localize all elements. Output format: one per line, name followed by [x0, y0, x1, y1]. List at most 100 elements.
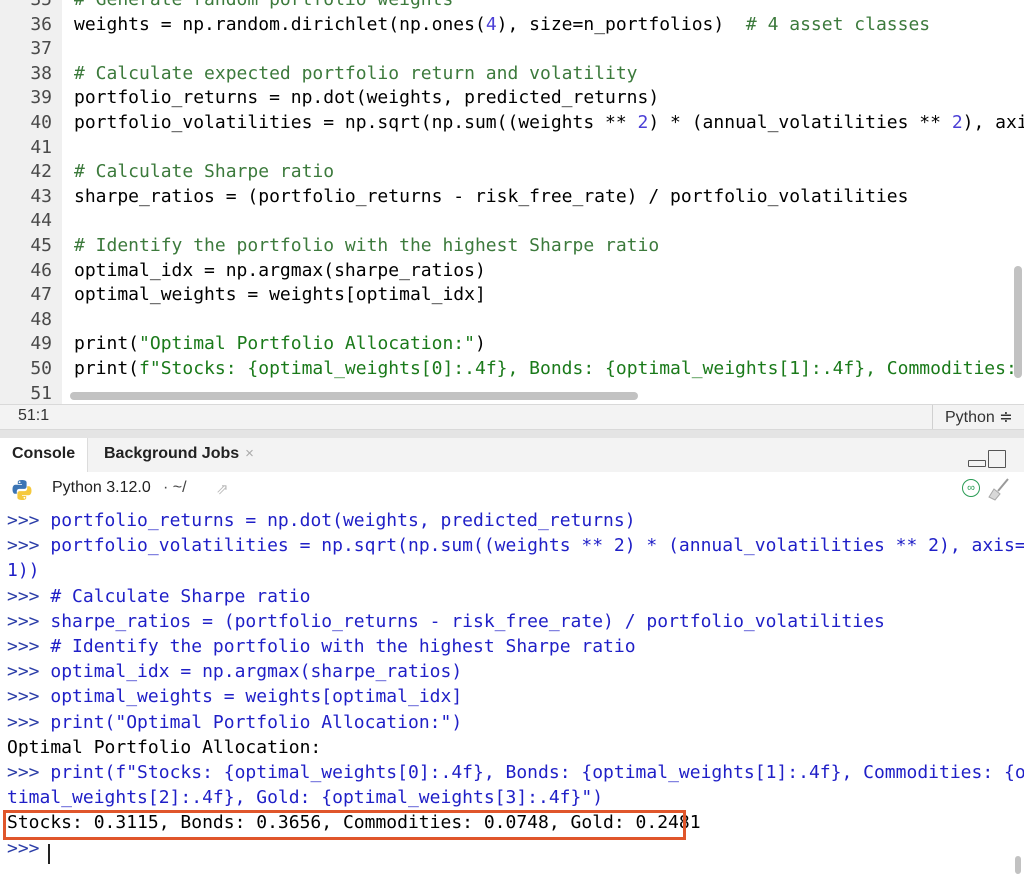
code-line[interactable]: 37 — [0, 37, 1012, 62]
console-prompt: >>> — [7, 585, 51, 607]
code-token: sharpe_ratios = (portfolio_returns - ris… — [74, 185, 909, 207]
console-prompt: >>> — [7, 711, 51, 733]
maximize-pane-icon[interactable] — [988, 450, 1006, 468]
console-input-line: >>> portfolio_returns = np.dot(weights, … — [7, 508, 636, 533]
code-line[interactable]: 39 portfolio_returns = np.dot(weights, pr… — [0, 86, 1012, 111]
minimize-pane-icon[interactable] — [968, 460, 986, 467]
code-line[interactable]: 40 portfolio_volatilities = np.sqrt(np.su… — [0, 111, 1024, 136]
console-caret — [48, 844, 50, 864]
code-line[interactable]: 44 — [0, 209, 1012, 234]
console-prompt: >>> — [7, 610, 51, 632]
code-text: sharpe_ratios = (portfolio_returns - ris… — [74, 185, 908, 210]
language-selector[interactable]: Python ≑ — [945, 407, 1013, 427]
code-line[interactable]: 42 # Calculate Sharpe ratio — [0, 160, 1012, 185]
console-input-line: >>> # Identify the portfolio with the hi… — [7, 634, 636, 659]
console-input-line: 1)) — [7, 558, 40, 583]
code-token: weights = np.random.dirichlet(np.ones( — [74, 13, 486, 35]
code-token: # Generate random portfolio weights — [74, 0, 453, 10]
code-line[interactable]: 41 — [0, 136, 1012, 161]
console-input-line: >>> sharpe_ratios = (portfolio_returns -… — [7, 609, 885, 634]
code-editor[interactable]: 35 # Generate random portfolio weights 36 w… — [0, 0, 1024, 404]
code-line[interactable]: 49 print("Optimal Portfolio Allocation:") — [0, 332, 1012, 357]
line-number: 49 — [30, 333, 52, 355]
line-number: 42 — [30, 161, 52, 183]
code-token: ) * (annual_volatilities ** — [648, 112, 952, 133]
console-input-line: >>> print(f"Stocks: {optimal_weights[0]:… — [7, 760, 1024, 785]
code-token: # Identify the portfolio with the highes… — [74, 235, 660, 256]
editor-vertical-scrollbar[interactable] — [1014, 266, 1022, 378]
tab-console[interactable]: Console — [0, 438, 89, 473]
console-prompt: >>> — [7, 636, 51, 657]
console-prompt: >>> — [7, 535, 51, 557]
code-token: f"Stocks: {optimal_weights[0]:.4f}, Bond… — [139, 358, 1024, 379]
console-text: timal_weights[2]:.4f}, Gold: {optimal_we… — [7, 787, 604, 809]
console-text: # Calculate Sharpe ratio — [50, 585, 311, 607]
console-tab-bar: Console Background Jobs × — [0, 438, 1024, 473]
cursor-position: 51:1 — [18, 407, 50, 424]
pane-splitter[interactable] — [0, 430, 1024, 438]
editor-horizontal-scrollbar[interactable] — [70, 392, 638, 400]
console-text: 1)) — [7, 560, 40, 582]
tab-background-jobs-label: Background Jobs — [104, 445, 240, 462]
console-input-line: timal_weights[2]:.4f}, Gold: {optimal_we… — [7, 785, 603, 810]
code-text: optimal_weights = weights[optimal_idx] — [74, 283, 486, 308]
code-line[interactable]: 38 # Calculate expected portfolio return … — [0, 62, 1012, 87]
console-text: optimal_weights = weights[optimal_idx] — [50, 686, 463, 708]
console-text: Optimal Portfolio Allocation: — [7, 736, 322, 758]
line-number: 38 — [30, 62, 52, 84]
close-icon[interactable]: × — [245, 445, 254, 462]
code-token: print( — [74, 358, 140, 379]
environment-viewer-icon[interactable]: ∞ — [962, 479, 980, 497]
code-line[interactable]: 47 optimal_weights = weights[optimal_idx] — [0, 283, 1012, 308]
code-token: # Calculate expected portfolio return an… — [74, 62, 638, 84]
code-text: weights = np.random.dirichlet(np.ones(4)… — [74, 13, 930, 38]
code-token: 2 — [637, 112, 649, 133]
code-token: # 4 asset classes — [745, 13, 931, 35]
line-number: 48 — [30, 308, 52, 330]
code-line[interactable]: 35 # Generate random portfolio weights — [0, 0, 1012, 13]
code-line[interactable]: 36 weights = np.random.dirichlet(np.ones(… — [0, 13, 1012, 38]
console-prompt: >>> — [7, 837, 51, 859]
code-line[interactable]: 45 # Identify the portfolio with the high… — [0, 234, 1012, 259]
line-number: 47 — [30, 284, 52, 306]
tab-background-jobs[interactable]: Background Jobs × — [92, 438, 266, 472]
clear-console-broom-icon[interactable] — [986, 476, 1012, 502]
console-input-line: >>> print("Optimal Portfolio Allocation:… — [7, 710, 462, 735]
console-prompt: >>> — [7, 661, 51, 683]
console-text: # Identify the portfolio with the highes… — [50, 636, 636, 657]
console-input-line: >>> optimal_idx = np.argmax(sharpe_ratio… — [7, 659, 462, 684]
console-text: optimal_idx = np.argmax(sharpe_ratios) — [50, 661, 463, 683]
console-text: print("Optimal Portfolio Allocation:") — [50, 711, 463, 733]
code-token: "Optimal Portfolio Allocation:" — [139, 333, 475, 355]
code-token: 2 — [951, 112, 963, 133]
code-text: print(f"Stocks: {optimal_weights[0]:.4f}… — [74, 357, 1024, 382]
console-vertical-scrollbar[interactable] — [1015, 856, 1021, 874]
line-number: 51 — [30, 382, 52, 404]
console-input-line: >>> portfolio_volatilities = np.sqrt(np.… — [7, 533, 1024, 558]
status-divider — [932, 405, 933, 429]
output-highlight-box — [3, 810, 686, 840]
line-number: 45 — [30, 235, 52, 256]
code-text: # Calculate Sharpe ratio — [74, 160, 334, 185]
console-prompt: >>> — [7, 686, 51, 708]
tab-console-label: Console — [12, 445, 76, 462]
console-input-line: >>> # Calculate Sharpe ratio — [7, 584, 310, 609]
console-input-line: >>> optimal_weights = weights[optimal_id… — [7, 684, 462, 709]
go-to-directory-icon[interactable]: ⇗ — [216, 480, 229, 498]
line-number: 37 — [30, 38, 52, 60]
code-line[interactable]: 46 optimal_idx = np.argmax(sharpe_ratios) — [0, 259, 1012, 284]
code-token: optimal_idx = np.argmax(sharpe_ratios) — [74, 259, 486, 281]
code-text: # Generate random portfolio weights — [74, 0, 453, 13]
code-line[interactable]: 48 — [0, 308, 1012, 333]
console-output-line: Optimal Portfolio Allocation: — [7, 735, 321, 760]
python-version-label: Python 3.12.0 — [52, 479, 151, 496]
line-number: 41 — [30, 136, 52, 158]
code-token: ), size=n_portfolios) — [496, 13, 746, 35]
line-number: 39 — [30, 87, 52, 109]
code-line[interactable]: 43 sharpe_ratios = (portfolio_returns - r… — [0, 185, 1012, 210]
code-text: optimal_idx = np.argmax(sharpe_ratios) — [74, 259, 486, 284]
code-text: portfolio_returns = np.dot(weights, pred… — [74, 86, 659, 111]
console-text: portfolio_returns = np.dot(weights, pred… — [50, 510, 636, 531]
code-token: ) — [474, 333, 486, 355]
code-line[interactable]: 50 print(f"Stocks: {optimal_weights[0]:.4… — [0, 357, 1017, 382]
